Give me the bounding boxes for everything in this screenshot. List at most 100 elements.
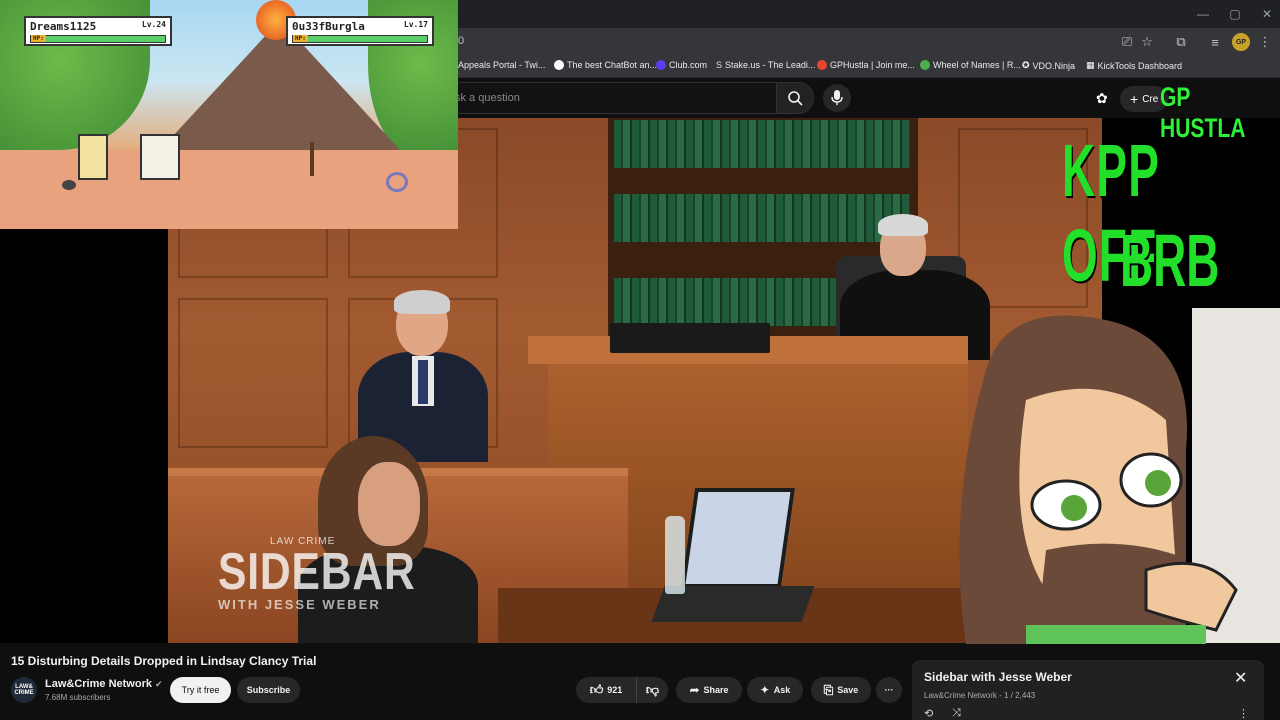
bookmark-label: Appeals Portal - Twi... <box>458 60 546 70</box>
bookmark-item[interactable]: Appeals Portal - Twi... <box>458 60 545 70</box>
streamer-avatar-cartoon <box>959 315 1238 644</box>
bookmark-item[interactable]: GPHustla | Join me... <box>817 60 915 70</box>
media-controls-icon[interactable]: ≡ <box>1206 33 1224 51</box>
more-actions-button[interactable]: ··· <box>876 677 902 703</box>
brb-line-2: BRB <box>1120 219 1220 302</box>
bookmark-label: VDO.Ninja <box>1032 60 1076 71</box>
player2-name: 0u33fBurgla <box>292 20 365 33</box>
save-label: Save <box>837 685 859 695</box>
close-playlist-icon[interactable]: ✕ <box>1234 668 1247 688</box>
channel-name-row[interactable]: Law&Crime Network ✔ <box>45 678 163 690</box>
thumbs-down-icon: 👎︎ <box>645 682 660 697</box>
channel-name: Law&Crime Network <box>45 678 152 690</box>
channel-avatar[interactable]: LAW& CRIME <box>11 677 37 703</box>
ask-button[interactable]: ✦ Ask <box>747 677 803 703</box>
playlist-owner[interactable]: Law&Crime Network <box>924 691 997 700</box>
bookmark-label: The best ChatBot an... <box>567 60 658 70</box>
cast-icon[interactable]: ⎚ <box>1118 33 1136 51</box>
player1-hp-bar: HP: <box>30 35 166 43</box>
bookmark-label: KickTools Dashboard <box>1097 60 1183 71</box>
npc-character <box>140 134 180 180</box>
microphone-icon <box>831 90 843 105</box>
maximize-icon[interactable]: ▢ <box>1218 0 1252 28</box>
extensions-icon[interactable]: ⧉ <box>1172 33 1190 51</box>
club-icon <box>656 60 666 70</box>
search-button[interactable] <box>776 82 814 114</box>
save-playlist-icon: ⎘ <box>823 682 834 697</box>
subscriber-count: 7.68M subscribers <box>45 693 111 702</box>
watermark-title: SIDEBAR <box>218 543 416 601</box>
laptop-screen <box>680 488 796 588</box>
books-row <box>614 120 910 168</box>
wall-panel <box>178 298 328 448</box>
sparkle-icon: ✦ <box>759 683 770 697</box>
menu-kebab-icon[interactable]: ⋮ <box>1256 33 1274 51</box>
bookmark-star-icon[interactable]: ☆ <box>1138 33 1156 51</box>
stake-icon: S <box>716 60 723 70</box>
witness-tie <box>418 360 428 404</box>
video-info-bar: 15 Disturbing Details Dropped in Lindsay… <box>0 643 1280 720</box>
share-button[interactable]: ➦ Share <box>676 677 742 703</box>
playlist-menu-icon[interactable]: ⋮ <box>1238 707 1249 720</box>
game-overlay: Dreams1125 Lv.24 HP: 0u33fBurgla Lv.17 H… <box>0 0 458 229</box>
minimize-icon[interactable]: — <box>1186 0 1220 28</box>
share-label: Share <box>703 685 729 695</box>
video-title: 15 Disturbing Details Dropped in Lindsay… <box>11 654 317 668</box>
torch <box>310 142 314 176</box>
verified-icon: ✔ <box>154 678 163 689</box>
address-bar-text[interactable]: 0 <box>458 35 464 47</box>
close-window-icon[interactable]: ✕ <box>1250 0 1280 28</box>
bookmark-item[interactable]: Wheel of Names | R... <box>920 60 1021 70</box>
hp-tag: HP: <box>31 35 46 42</box>
search-placeholder: sk a question <box>455 92 520 104</box>
gphustla-icon <box>817 60 827 70</box>
bookmark-label: Stake.us - The Leadi... <box>725 60 816 70</box>
judge-hair <box>878 214 928 236</box>
vdo-ninja-icon: ✪ <box>1022 60 1030 70</box>
wheel-icon <box>920 60 930 70</box>
bookmark-item[interactable]: The best ChatBot an... <box>554 60 657 70</box>
playlist-meta: Law&Crime Network - 1 / 2,443 <box>924 691 1035 700</box>
share-icon: ➦ <box>689 683 700 697</box>
bench-monitor <box>610 323 770 353</box>
bookmark-item[interactable]: ▦ KickTools Dashboard <box>1086 60 1182 71</box>
player-character <box>78 134 108 180</box>
like-button[interactable]: 👍︎ 921 <box>576 677 636 703</box>
search-input[interactable]: sk a question <box>446 82 776 114</box>
profile-avatar[interactable]: GP <box>1232 33 1250 51</box>
worm-enemy <box>386 172 408 192</box>
try-it-free-button[interactable]: Try it free <box>170 677 231 703</box>
search-icon <box>788 91 803 106</box>
subscribe-button[interactable]: Subscribe <box>237 677 300 703</box>
playlist-title[interactable]: Sidebar with Jesse Weber <box>924 670 1072 684</box>
try-label: Try it free <box>181 685 220 695</box>
more-icon: ··· <box>884 685 894 695</box>
bookmark-label: Wheel of Names | R... <box>933 60 1021 70</box>
like-count: 921 <box>607 685 623 695</box>
water-bottle <box>665 516 685 594</box>
chatbot-icon <box>554 60 564 70</box>
player1-hp-panel: Dreams1125 Lv.24 HP: <box>24 16 172 46</box>
attorney-face <box>358 462 420 546</box>
bookmark-item[interactable]: ✪ VDO.Ninja <box>1022 60 1075 71</box>
playlist-position: 1 / 2,443 <box>1004 691 1036 700</box>
bookmark-item[interactable]: Club.com <box>656 60 707 70</box>
save-button[interactable]: ⎘ Save <box>811 677 871 703</box>
hp-tag: HP: <box>293 35 308 42</box>
bookmark-label: Club.com <box>669 60 708 70</box>
sidebar-watermark: LAW CRIME SIDEBAR WITH JESSE WEBER <box>218 536 459 612</box>
player2-level: Lv.17 <box>403 20 428 29</box>
dislike-button[interactable]: 👎︎ <box>636 677 668 703</box>
subscribe-label: Subscribe <box>246 685 291 695</box>
loop-icon[interactable]: ⟲ <box>924 707 933 720</box>
player1-name: Dreams1125 <box>30 20 97 33</box>
bookmark-item[interactable]: S Stake.us - The Leadi... <box>716 60 815 70</box>
player1-level: Lv.24 <box>141 20 166 29</box>
spider-enemy <box>62 180 76 190</box>
ask-label: Ask <box>773 685 791 695</box>
voice-search-button[interactable] <box>823 84 851 112</box>
playlist-panel: Sidebar with Jesse Weber Law&Crime Netwo… <box>912 660 1264 720</box>
shuffle-icon[interactable]: ⤨ <box>952 707 961 720</box>
witness-hair <box>394 290 450 314</box>
player2-hp-bar: HP: <box>292 35 428 43</box>
